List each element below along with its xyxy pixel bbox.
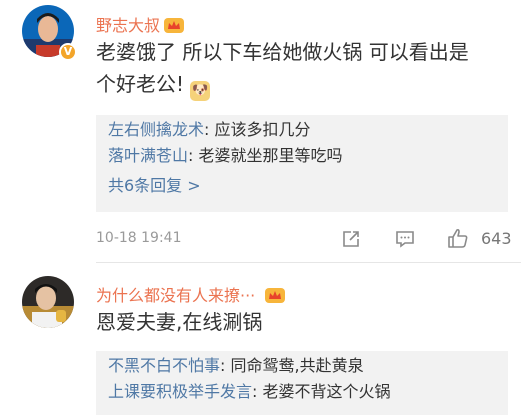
avatar[interactable] bbox=[22, 276, 74, 328]
reply-username[interactable]: 落叶满苍山 bbox=[108, 146, 188, 165]
comment-text-line: 个好老公! 🐶 bbox=[96, 68, 469, 101]
username-text[interactable]: 为什么都没有人来撩··· bbox=[96, 286, 255, 305]
reply-item[interactable]: 落叶满苍山: 老婆就坐那里等吃吗 bbox=[108, 143, 508, 169]
share-icon[interactable] bbox=[341, 229, 361, 249]
comment-username[interactable]: 为什么都没有人来撩··· bbox=[96, 282, 286, 306]
reply-text: : 同命鸳鸯,共赴黄泉 bbox=[220, 356, 364, 375]
doge-emoji-icon: 🐶 bbox=[190, 81, 211, 101]
reply-text: : 老婆不背这个火锅 bbox=[252, 382, 391, 401]
crown-badge-icon bbox=[265, 288, 286, 303]
comment-icon[interactable] bbox=[395, 229, 415, 249]
comment-username[interactable]: 野志大叔 bbox=[96, 12, 185, 36]
like-count: 643 bbox=[481, 229, 512, 248]
reply-box[interactable]: 左右侧擒龙术: 应该多扣几分 落叶满苍山: 老婆就坐那里等吃吗 共6条回复 > bbox=[96, 115, 508, 212]
reply-username[interactable]: 不黑不白不怕事 bbox=[108, 356, 220, 375]
comment-timestamp: 10-18 19:41 bbox=[96, 230, 182, 246]
comment-text: 个好老公! bbox=[96, 72, 185, 96]
comment-content: 恩爱夫妻,在线涮锅 bbox=[96, 310, 263, 334]
verified-v-icon: V bbox=[59, 43, 77, 61]
thumbs-up-icon[interactable] bbox=[446, 226, 470, 250]
comment-item: V 野志大叔 老婆饿了 所以下车给她做火锅 可以看出是 个好老公! 🐶 左右侧擒龙… bbox=[0, 0, 521, 255]
comment-content: 老婆饿了 所以下车给她做火锅 可以看出是 个好老公! 🐶 bbox=[96, 36, 469, 101]
username-text[interactable]: 野志大叔 bbox=[96, 16, 160, 35]
reply-text: : 老婆就坐那里等吃吗 bbox=[188, 146, 343, 165]
reply-item[interactable]: 不黑不白不怕事: 同命鸳鸯,共赴黄泉 bbox=[108, 353, 508, 379]
reply-box[interactable]: 不黑不白不怕事: 同命鸳鸯,共赴黄泉 上课要积极举手发言: 老婆不背这个火锅 bbox=[96, 351, 508, 415]
reply-username[interactable]: 上课要积极举手发言 bbox=[108, 382, 252, 401]
comment-item: 为什么都没有人来撩··· 恩爱夫妻,在线涮锅 不黑不白不怕事: 同命鸳鸯,共赴黄… bbox=[0, 263, 521, 415]
more-replies-link[interactable]: 共6条回复 > bbox=[108, 173, 508, 199]
comment-text-line: 老婆饿了 所以下车给她做火锅 可以看出是 bbox=[96, 40, 469, 64]
reply-item[interactable]: 左右侧擒龙术: 应该多扣几分 bbox=[108, 117, 508, 143]
reply-username[interactable]: 左右侧擒龙术 bbox=[108, 120, 204, 139]
crown-badge-icon bbox=[164, 18, 185, 33]
reply-item[interactable]: 上课要积极举手发言: 老婆不背这个火锅 bbox=[108, 379, 508, 405]
avatar-image bbox=[22, 276, 74, 328]
reply-text: : 应该多扣几分 bbox=[204, 120, 311, 139]
